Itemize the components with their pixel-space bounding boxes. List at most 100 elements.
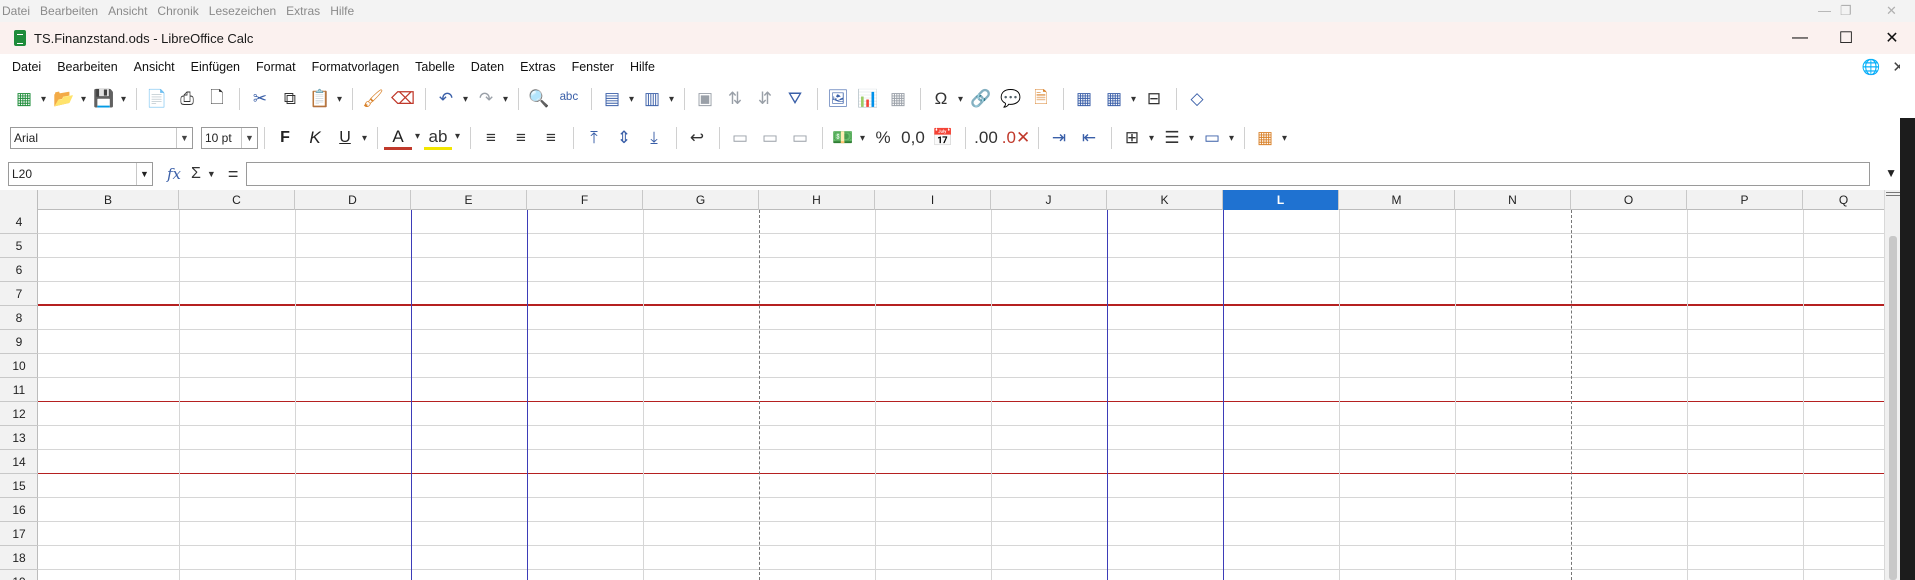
insert-image-icon[interactable]: 🖼	[824, 85, 852, 113]
menu-daten[interactable]: Daten	[471, 60, 504, 74]
font-name-combobox[interactable]: Arial ▼	[10, 127, 193, 149]
row-header[interactable]: 11	[0, 378, 38, 402]
chevron-down-icon[interactable]: ▼	[207, 169, 216, 179]
number-format-icon[interactable]: 0,0	[899, 124, 927, 152]
column-header[interactable]: P	[1687, 190, 1803, 210]
hyperlink-icon[interactable]: 🔗	[967, 85, 995, 113]
align-right-icon[interactable]: ≡	[537, 124, 565, 152]
pivot-table-icon[interactable]: ▦	[884, 85, 912, 113]
name-box[interactable]: L20 ▼	[8, 162, 153, 186]
align-top-icon[interactable]: ⤒	[580, 124, 608, 152]
menu-ansicht[interactable]: Ansicht	[134, 60, 175, 74]
column-header[interactable]: G	[643, 190, 759, 210]
align-left-icon[interactable]: ≡	[477, 124, 505, 152]
column-header[interactable]: J	[991, 190, 1107, 210]
row-header[interactable]: 4	[0, 210, 38, 234]
decrease-indent-icon[interactable]: ⇤	[1075, 124, 1103, 152]
menu-einfuegen[interactable]: Einfügen	[191, 60, 240, 74]
menu-hilfe[interactable]: Hilfe	[630, 60, 655, 74]
column-header[interactable]: E	[411, 190, 527, 210]
show-draw-functions-icon[interactable]: ◇	[1183, 85, 1211, 113]
scrollbar-thumb[interactable]	[1889, 236, 1897, 580]
undo-icon[interactable]: ↶	[432, 85, 468, 113]
row-header[interactable]: 19	[0, 570, 38, 580]
open-folder-icon[interactable]: 📂	[50, 85, 86, 113]
row-header[interactable]: 13	[0, 426, 38, 450]
chevron-down-icon[interactable]: ▼	[241, 128, 257, 148]
special-character-icon[interactable]: Ω	[927, 85, 963, 113]
row-header[interactable]: 5	[0, 234, 38, 258]
borders-icon[interactable]: ⊞	[1118, 124, 1154, 152]
menu-tabelle[interactable]: Tabelle	[415, 60, 455, 74]
freeze-rows-columns-icon[interactable]: ▦	[1100, 85, 1136, 113]
column-header[interactable]: C	[179, 190, 295, 210]
split-handle[interactable]	[1886, 192, 1900, 196]
close-button[interactable]: ✕	[1869, 22, 1915, 54]
border-color-icon[interactable]: ▭	[1198, 124, 1234, 152]
clear-formatting-icon[interactable]: ⌫	[389, 85, 417, 113]
cut-icon[interactable]: ✂	[246, 85, 274, 113]
formula-input[interactable]	[246, 162, 1870, 186]
column-header[interactable]: B	[38, 190, 179, 210]
underline-button[interactable]: U	[331, 124, 367, 152]
highlight-color-icon[interactable]: ab	[424, 126, 460, 150]
maximize-button[interactable]: ☐	[1823, 22, 1869, 54]
row-header[interactable]: 12	[0, 402, 38, 426]
menu-extras[interactable]: Extras	[520, 60, 555, 74]
column-header[interactable]: N	[1455, 190, 1571, 210]
conditional-format-icon[interactable]: ▦	[1251, 124, 1287, 152]
row-header[interactable]: 6	[0, 258, 38, 282]
date-format-icon[interactable]: 📅	[929, 124, 957, 152]
bold-button[interactable]: F	[271, 124, 299, 152]
sum-icon[interactable]: Σ	[191, 165, 201, 183]
os-menu-item[interactable]: Chronik	[157, 4, 198, 18]
function-wizard-icon[interactable]: fx	[167, 165, 181, 183]
row-header[interactable]: 18	[0, 546, 38, 570]
paste-icon[interactable]: 📋	[306, 85, 342, 113]
row-header[interactable]: 14	[0, 450, 38, 474]
align-bottom-icon[interactable]: ⤓	[640, 124, 668, 152]
cell-area[interactable]	[38, 210, 1884, 580]
row-header[interactable]: 9	[0, 330, 38, 354]
column-header[interactable]: K	[1107, 190, 1223, 210]
print-preview-icon[interactable]: 🗋	[203, 85, 231, 113]
clone-formatting-icon[interactable]: 🖌	[359, 85, 387, 113]
font-size-combobox[interactable]: 10 pt ▼	[201, 127, 258, 149]
autofilter-icon[interactable]: ⛛	[781, 85, 809, 113]
insert-chart-icon[interactable]: 📊	[854, 85, 882, 113]
merge-cells-icon[interactable]: ▭	[726, 124, 754, 152]
row-header[interactable]: 16	[0, 498, 38, 522]
unmerge-cells-icon[interactable]: ▭	[786, 124, 814, 152]
column-header[interactable]: D	[295, 190, 411, 210]
sort-descending-icon[interactable]: ⇵	[751, 85, 779, 113]
menu-bearbeiten[interactable]: Bearbeiten	[57, 60, 117, 74]
row-icon[interactable]: ▤	[598, 85, 634, 113]
font-color-icon[interactable]: A	[384, 126, 420, 150]
row-header[interactable]: 10	[0, 354, 38, 378]
add-decimal-icon[interactable]: .00	[972, 124, 1000, 152]
column-header[interactable]: H	[759, 190, 875, 210]
column-header[interactable]: Q	[1803, 190, 1884, 210]
row-header[interactable]: 7	[0, 282, 38, 306]
os-menu-item[interactable]: Hilfe	[330, 4, 354, 18]
chevron-down-icon[interactable]: ▼	[176, 128, 192, 148]
column-header[interactable]: F	[527, 190, 643, 210]
row-header[interactable]: 17	[0, 522, 38, 546]
export-pdf-icon[interactable]: 📄	[143, 85, 171, 113]
currency-format-icon[interactable]: 💵	[829, 124, 865, 152]
border-style-icon[interactable]: ☰	[1158, 124, 1194, 152]
split-window-icon[interactable]: ⊟	[1140, 85, 1168, 113]
formula-icon[interactable]: =	[228, 164, 239, 185]
row-header[interactable]: 15	[0, 474, 38, 498]
comment-icon[interactable]: 💬	[997, 85, 1025, 113]
os-menu-item[interactable]: Bearbeiten	[40, 4, 98, 18]
redo-icon[interactable]: ↷	[472, 85, 508, 113]
column-icon[interactable]: ▥	[638, 85, 674, 113]
globe-icon[interactable]: 🌐	[1862, 58, 1881, 76]
percent-format-icon[interactable]: %	[869, 124, 897, 152]
row-header[interactable]: 8	[0, 306, 38, 330]
print-icon[interactable]: ⎙	[173, 85, 201, 113]
select-all-corner[interactable]	[0, 190, 38, 210]
wrap-text-icon[interactable]: ↩	[683, 124, 711, 152]
menu-formatvorlagen[interactable]: Formatvorlagen	[312, 60, 400, 74]
